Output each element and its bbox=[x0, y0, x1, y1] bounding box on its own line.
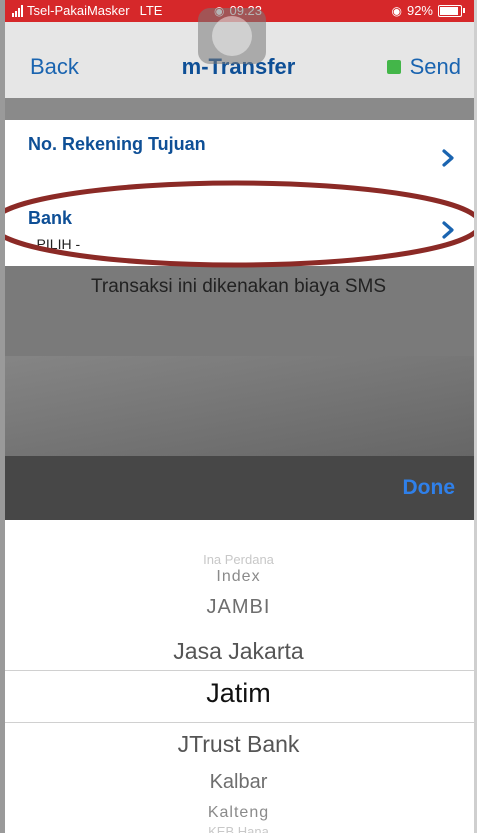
status-right: ◉ 92% bbox=[391, 3, 465, 18]
picker-toolbar: Done bbox=[0, 456, 477, 520]
screen-edge-left bbox=[0, 0, 5, 833]
rekening-tujuan-label: No. Rekening Tujuan bbox=[28, 134, 206, 154]
battery-tip bbox=[463, 8, 465, 13]
bank-row[interactable]: Bank - PILIH - bbox=[0, 194, 477, 266]
picker-option[interactable]: JAMBI bbox=[0, 596, 477, 619]
battery-icon bbox=[438, 4, 462, 17]
chevron-right-icon bbox=[442, 149, 454, 167]
bank-picker-wheel[interactable]: Ina Perdana Index JAMBI Jasa Jakarta Jat… bbox=[0, 520, 477, 833]
picker-option-selected[interactable]: Jatim bbox=[0, 678, 477, 709]
done-button[interactable]: Done bbox=[403, 476, 456, 500]
status-left: Tsel-PakaiMasker LTE bbox=[12, 3, 162, 18]
send-status-icon bbox=[386, 60, 401, 74]
assistive-touch-button[interactable] bbox=[198, 8, 266, 64]
dimmed-overlay: Transaksi ini dikenakan biaya SMS bbox=[0, 266, 477, 456]
bank-value: - PILIH - bbox=[28, 236, 81, 252]
rotation-lock-icon: ◉ bbox=[391, 3, 402, 18]
picker-option[interactable]: Ina Perdana bbox=[0, 552, 477, 567]
rekening-tujuan-row[interactable]: No. Rekening Tujuan bbox=[0, 120, 477, 195]
section-separator bbox=[0, 98, 477, 120]
picker-option[interactable]: Index bbox=[0, 568, 477, 586]
picker-selection-bottom-line bbox=[5, 722, 474, 723]
picker-option[interactable]: KEB Hana bbox=[0, 824, 477, 833]
picker-option[interactable]: Kalbar bbox=[0, 771, 477, 794]
chevron-right-icon bbox=[442, 221, 454, 239]
picker-selection-top-line bbox=[5, 670, 474, 671]
send-label: Send bbox=[409, 54, 461, 79]
overlay-shade bbox=[0, 356, 477, 456]
send-button[interactable]: Send bbox=[386, 54, 461, 80]
carrier-name: Tsel-PakaiMasker bbox=[27, 3, 130, 18]
picker-option[interactable]: Kalteng bbox=[0, 804, 477, 822]
signal-icon bbox=[12, 4, 23, 17]
battery-percent: 92% bbox=[406, 3, 433, 18]
bank-label: Bank bbox=[28, 208, 73, 228]
sms-fee-note: Transaksi ini dikenakan biaya SMS bbox=[91, 276, 386, 297]
picker-option[interactable]: JTrust Bank bbox=[0, 731, 477, 758]
picker-option[interactable]: Jasa Jakarta bbox=[0, 638, 477, 665]
network-type: LTE bbox=[139, 3, 163, 18]
